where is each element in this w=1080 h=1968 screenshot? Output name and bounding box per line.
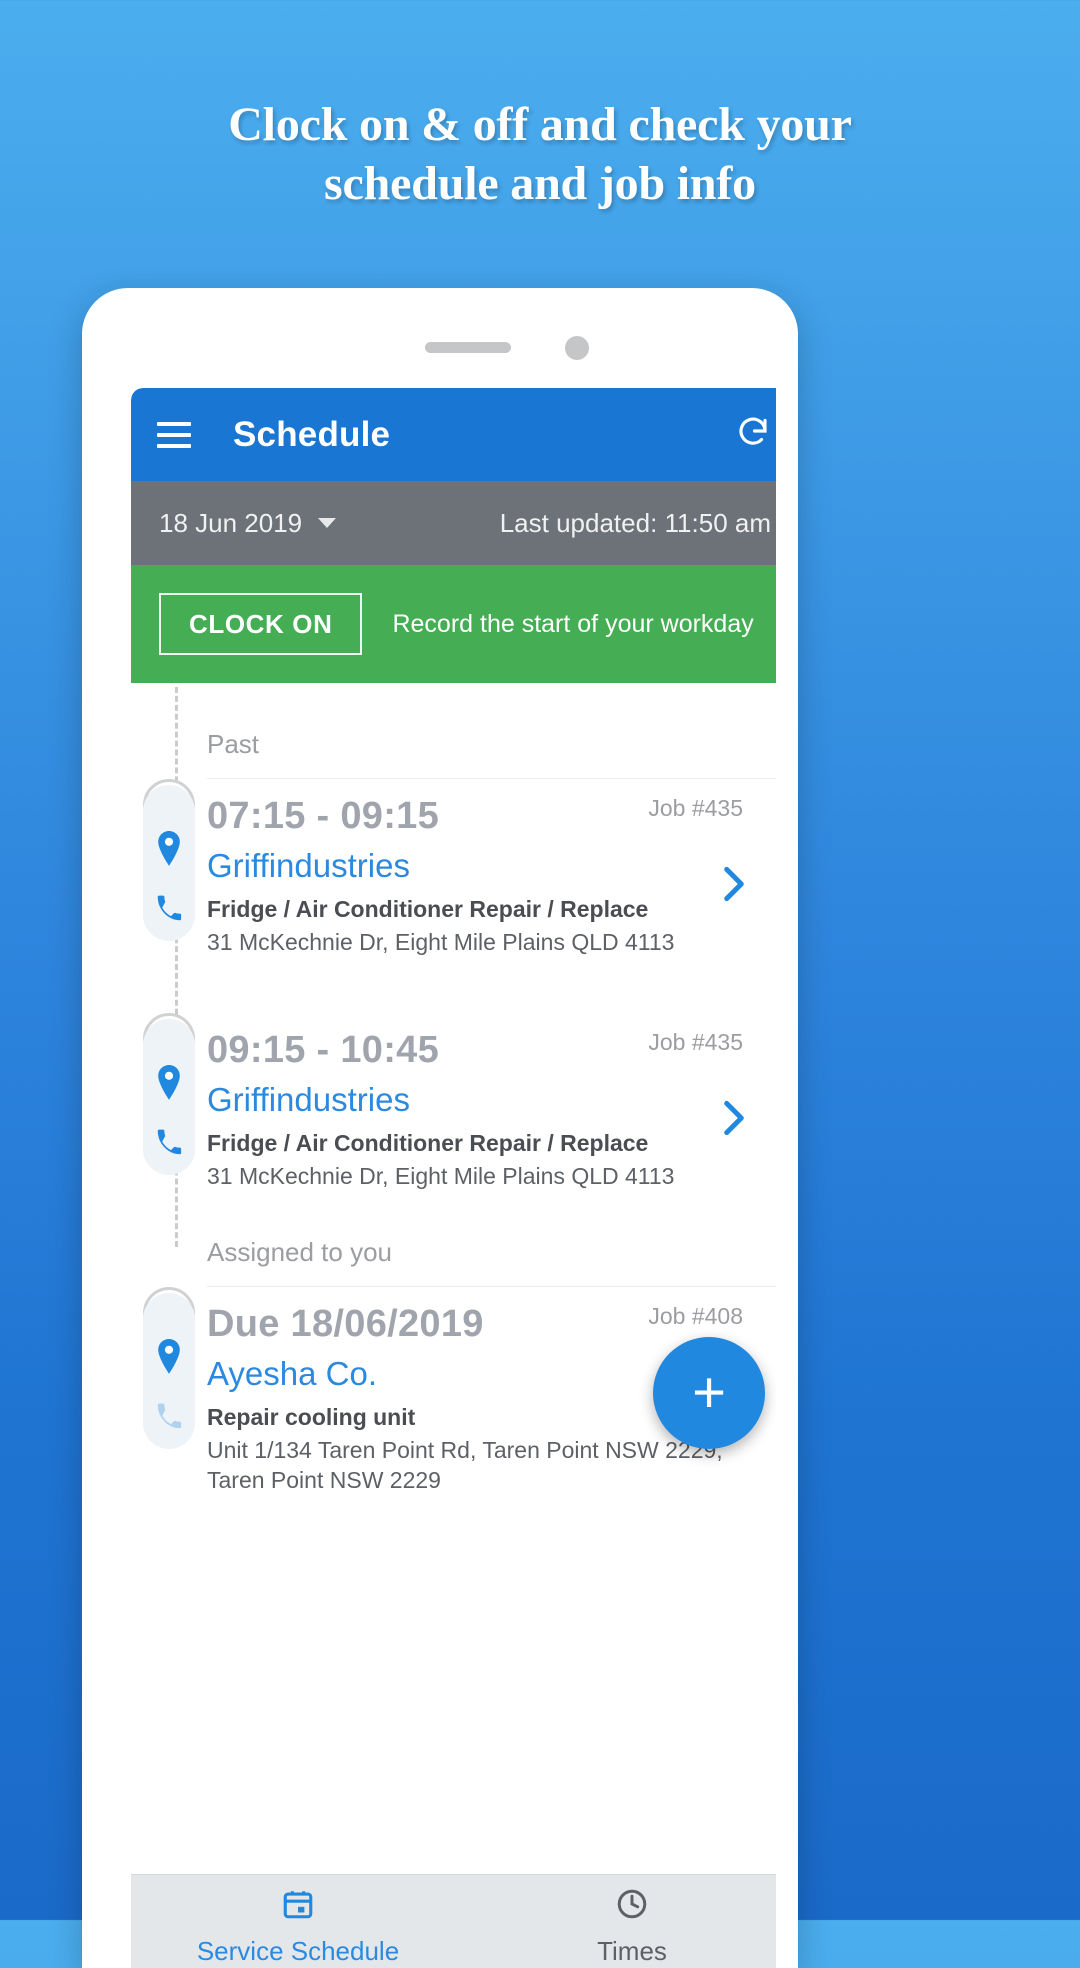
entry-address: 31 McKechnie Dr, Eight Mile Plains QLD 4…	[207, 928, 675, 955]
entry-address: 31 McKechnie Dr, Eight Mile Plains QLD 4…	[207, 1162, 675, 1189]
entry-job-number: Job #408	[648, 1303, 743, 1330]
phone-icon[interactable]	[154, 1128, 184, 1163]
phone-camera	[565, 336, 589, 360]
refresh-icon[interactable]	[735, 414, 771, 455]
entry-job-type: Fridge / Air Conditioner Repair / Replac…	[207, 1129, 649, 1156]
nav-label: Service Schedule	[196, 1935, 400, 1966]
chevron-right-icon[interactable]	[721, 865, 747, 908]
nav-item-times[interactable]: Times	[465, 1875, 776, 1968]
entry-job-number: Job #435	[648, 1029, 743, 1056]
phone-icon	[154, 1402, 184, 1437]
entry-job-number: Job #435	[648, 795, 743, 821]
chevron-right-icon[interactable]	[721, 1099, 747, 1142]
schedule-list[interactable]: Past i 07:15 - 09:	[131, 683, 776, 1567]
entry-company[interactable]: Griffindustries	[207, 845, 776, 886]
section-past: Past i 07:15 - 09:	[131, 683, 776, 1191]
page-title: Schedule	[233, 414, 391, 454]
section-label: Assigned to you	[207, 1191, 776, 1288]
hamburger-menu-icon[interactable]	[157, 421, 191, 448]
location-pin-icon[interactable]	[154, 831, 184, 872]
phone-speaker	[425, 342, 511, 353]
date-selector[interactable]: 18 Jun 2019	[159, 507, 337, 539]
location-pin-icon[interactable]	[154, 1065, 184, 1106]
promo-headline-line1: Clock on & off and check your	[228, 98, 852, 151]
section-assigned: Assigned to you i Due 18/06/2	[131, 1191, 776, 1495]
entry-icon-rail	[143, 785, 195, 941]
entry-icon-rail	[143, 1019, 195, 1176]
entry-icon-rail	[143, 1293, 195, 1450]
location-pin-icon[interactable]	[154, 1339, 184, 1380]
phone-mockup: Schedule 18 Jun 2019 Last updated: 11:50…	[82, 288, 798, 1968]
section-label: Past	[207, 683, 776, 779]
schedule-entry[interactable]: i 09:15 - 10:45 Griffindustries	[143, 1013, 776, 1191]
last-updated-label: Last updated: 11:50 am	[499, 507, 771, 538]
app-screen: Schedule 18 Jun 2019 Last updated: 11:50…	[131, 388, 776, 1968]
entry-job-type: Fridge / Air Conditioner Repair / Replac…	[207, 895, 649, 922]
promo-headline: Clock on & off and check your schedule a…	[0, 96, 1080, 213]
caret-down-icon	[318, 518, 337, 528]
nav-label: Times	[597, 1935, 667, 1966]
phone-icon[interactable]	[154, 894, 184, 929]
schedule-entry[interactable]: i 07:15 - 09:15 Griffindustries	[143, 779, 776, 957]
date-bar: 18 Jun 2019 Last updated: 11:50 am	[131, 481, 776, 565]
clock-on-description: Record the start of your workday	[392, 609, 754, 638]
entry-company[interactable]: Griffindustries	[207, 1079, 776, 1120]
selected-date: 18 Jun 2019	[159, 507, 303, 538]
clock-on-button[interactable]: CLOCK ON	[159, 593, 363, 655]
app-bar: Schedule	[131, 388, 776, 481]
promo-headline-line2: schedule and job info	[324, 156, 756, 210]
nav-item-service-schedule[interactable]: Service Schedule	[131, 1875, 465, 1968]
clock-on-banner: CLOCK ON Record the start of your workda…	[131, 565, 776, 683]
bottom-navigation: Service Schedule Times	[131, 1874, 776, 1968]
phone-inner: Schedule 18 Jun 2019 Last updated: 11:50…	[106, 298, 776, 1968]
add-job-fab[interactable]: +	[653, 1337, 765, 1449]
